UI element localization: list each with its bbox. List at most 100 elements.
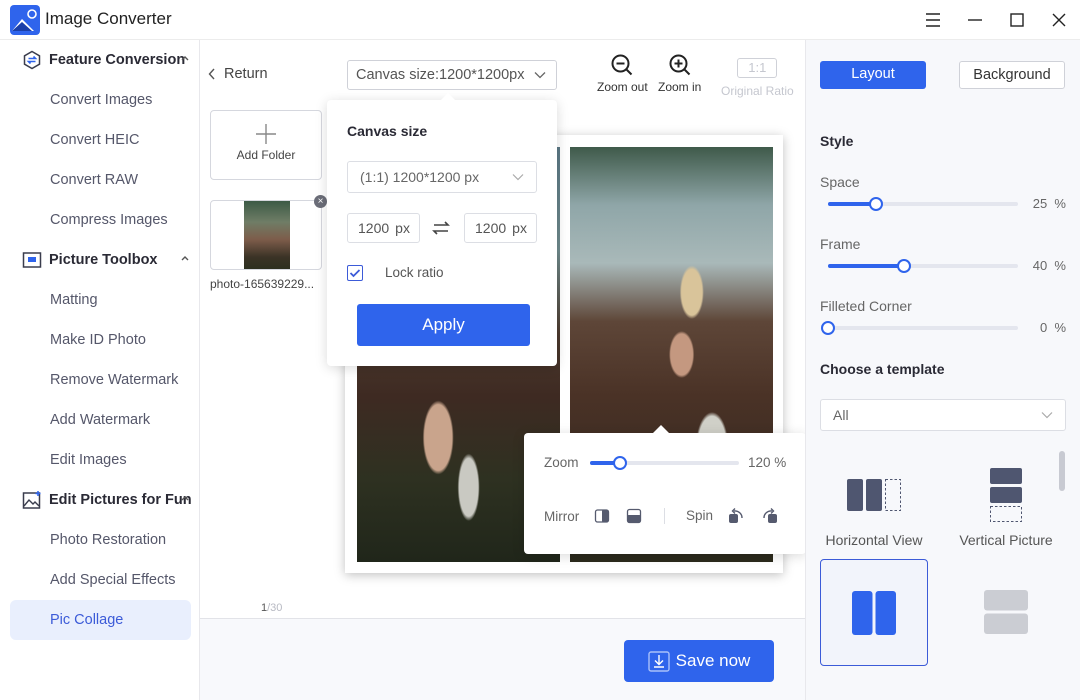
swap-dimensions-icon[interactable] — [432, 220, 450, 236]
template-label: Vertical Picture — [959, 532, 1053, 548]
template-horizontal-view[interactable] — [820, 458, 928, 540]
canvas-size-popover: Canvas size (1:1) 1200*1200 px 1200 px 12… — [327, 93, 557, 366]
menu-icon[interactable] — [921, 8, 945, 32]
rotate-right-icon[interactable] — [762, 508, 778, 524]
chevron-up-icon — [181, 256, 189, 261]
close-icon[interactable] — [1047, 8, 1071, 32]
app-logo-icon — [10, 5, 40, 35]
zoom-in-label: Zoom in — [658, 80, 702, 94]
chevron-left-icon — [208, 68, 215, 80]
minimize-icon[interactable] — [963, 8, 987, 32]
zoom-out-button[interactable]: Zoom out — [597, 53, 648, 94]
return-label: Return — [224, 66, 268, 82]
lock-ratio-checkbox[interactable] — [347, 265, 363, 281]
canvas-preset-dropdown[interactable]: (1:1) 1200*1200 px — [347, 161, 537, 193]
template-vertical-picture[interactable] — [952, 458, 1060, 540]
frame-slider[interactable] — [828, 259, 1018, 273]
sidebar: Feature Conversion Convert Images Conver… — [0, 40, 200, 700]
frame-value: 40 % — [1032, 258, 1066, 273]
zoom-slider[interactable] — [590, 456, 739, 470]
remove-file-icon[interactable]: × — [314, 195, 327, 208]
image-sparkle-icon — [22, 491, 41, 509]
template-filter-dropdown[interactable]: All — [820, 399, 1066, 431]
tab-layout[interactable]: Layout — [820, 61, 926, 89]
canvas-width-input[interactable]: 1200 px — [347, 213, 420, 243]
right-panel: Layout Background Style Space 25 % Frame… — [805, 40, 1080, 700]
sidebar-group-feature-conversion[interactable]: Feature Conversion — [22, 48, 194, 72]
ratio-icon: 1:1 — [737, 58, 778, 78]
sidebar-item-convert-images[interactable]: Convert Images — [10, 80, 191, 120]
zoom-in-button[interactable]: Zoom in — [658, 53, 701, 94]
zoom-out-label: Zoom out — [597, 80, 648, 94]
tab-background[interactable]: Background — [959, 61, 1065, 89]
sidebar-item-photo-restoration[interactable]: Photo Restoration — [10, 520, 191, 560]
divider — [664, 508, 665, 524]
mirror-vertical-icon[interactable] — [626, 508, 642, 524]
spin-label: Spin — [686, 508, 714, 523]
filleted-corner-slider-handle[interactable] — [821, 321, 835, 335]
sidebar-item-compress-images[interactable]: Compress Images — [10, 200, 191, 240]
apply-button[interactable]: Apply — [357, 304, 530, 346]
vertical-picture-icon — [990, 468, 1022, 522]
template-label: Horizontal View — [825, 532, 923, 548]
sidebar-item-remove-watermark[interactable]: Remove Watermark — [10, 360, 191, 400]
sidebar-item-add-special-effects[interactable]: Add Special Effects — [10, 560, 191, 600]
sidebar-item-matting[interactable]: Matting — [10, 280, 191, 320]
title-bar: Image Converter — [0, 0, 1080, 40]
template-two-columns[interactable] — [820, 559, 928, 666]
frame-label: Frame — [820, 236, 861, 252]
sidebar-item-convert-heic[interactable]: Convert HEIC — [10, 120, 191, 160]
sidebar-group-label: Picture Toolbox — [49, 252, 158, 268]
file-name: photo-165639229... — [210, 277, 315, 291]
sidebar-group-picture-toolbox[interactable]: Picture Toolbox — [22, 248, 194, 272]
bottom-bar: Save now — [200, 618, 805, 700]
sidebar-item-edit-images[interactable]: Edit Images — [10, 440, 191, 480]
mirror-horizontal-icon[interactable] — [594, 508, 610, 524]
chevron-up-icon — [181, 496, 189, 501]
file-thumbnail[interactable] — [210, 200, 322, 270]
sidebar-group-edit-pictures-for-fun[interactable]: Edit Pictures for Fun — [22, 488, 194, 512]
chevron-down-icon — [1041, 412, 1053, 419]
two-columns-layout-icon — [852, 591, 896, 635]
template-two-rows[interactable] — [952, 559, 1060, 666]
zoom-value: 120 % — [748, 455, 787, 470]
canvas-preset-value: (1:1) 1200*1200 px — [360, 169, 480, 185]
sidebar-item-make-id-photo[interactable]: Make ID Photo — [10, 320, 191, 360]
frame-slider-handle[interactable] — [897, 259, 911, 273]
width-value: 1200 — [358, 220, 390, 236]
zoom-slider-handle[interactable] — [612, 456, 627, 470]
height-unit: px — [512, 220, 527, 236]
filleted-corner-slider[interactable] — [821, 321, 1018, 335]
space-value: 25 % — [1032, 196, 1066, 211]
sidebar-item-pic-collage[interactable]: Pic Collage — [10, 600, 191, 640]
download-icon — [647, 651, 670, 672]
space-slider-handle[interactable] — [868, 197, 883, 211]
filleted-corner-value: 0 % — [1039, 320, 1066, 335]
convert-icon — [23, 50, 41, 70]
save-now-button[interactable]: Save now — [624, 640, 774, 682]
frame-slider-fill — [828, 264, 904, 268]
original-ratio-label: Original Ratio — [721, 84, 794, 98]
horizontal-view-icon — [847, 479, 901, 511]
chevron-up-icon — [181, 56, 189, 61]
filleted-corner-label: Filleted Corner — [820, 298, 912, 314]
lock-ratio-label: Lock ratio — [385, 265, 444, 280]
canvas-size-value: Canvas size:1200*1200px — [356, 67, 525, 83]
add-folder-button[interactable]: Add Folder — [210, 110, 322, 180]
canvas-height-input[interactable]: 1200 px — [464, 213, 537, 243]
sidebar-item-add-watermark[interactable]: Add Watermark — [10, 400, 191, 440]
template-scrollbar[interactable] — [1059, 451, 1065, 491]
return-button[interactable]: Return — [208, 66, 268, 82]
sidebar-group-label: Edit Pictures for Fun — [49, 492, 192, 508]
toolbox-icon — [22, 252, 42, 268]
page-total: /30 — [267, 602, 283, 614]
space-slider[interactable] — [828, 197, 1018, 211]
add-folder-label: Add Folder — [236, 148, 296, 162]
maximize-icon[interactable] — [1005, 8, 1029, 32]
popover-title: Canvas size — [347, 123, 428, 139]
chevron-down-icon — [512, 174, 524, 181]
sidebar-item-convert-raw[interactable]: Convert RAW — [10, 160, 191, 200]
original-ratio-button[interactable]: 1:1 Original Ratio — [721, 56, 794, 98]
canvas-size-dropdown[interactable]: Canvas size:1200*1200px — [347, 60, 557, 90]
rotate-left-icon[interactable] — [728, 508, 744, 524]
